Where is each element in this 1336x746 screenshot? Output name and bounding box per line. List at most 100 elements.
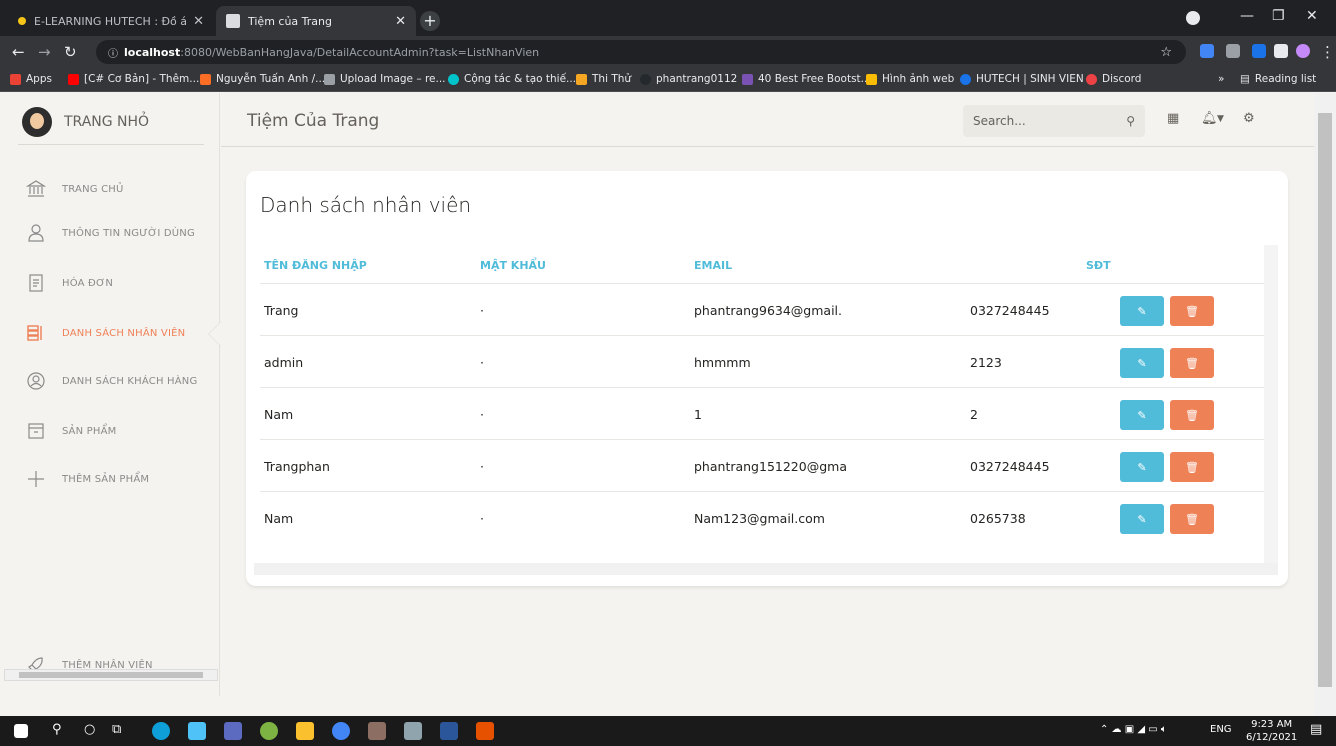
- chrome-icon[interactable]: [332, 722, 350, 740]
- gear-icon[interactable]: ⚙: [1243, 111, 1255, 126]
- profile-icon[interactable]: [1186, 11, 1200, 25]
- cell-password: ·: [480, 511, 484, 526]
- profile-avatar-icon[interactable]: [1296, 44, 1310, 58]
- tab-close-icon[interactable]: ✕: [395, 14, 406, 29]
- bookmark-item[interactable]: Thi Thử: [576, 73, 631, 85]
- bookmark-label: 40 Best Free Bootst...: [758, 73, 871, 85]
- extension-blue-icon[interactable]: [1252, 44, 1266, 58]
- sidebar-item-them-san-pham[interactable]: THÊM SẢN PHẨM: [26, 469, 149, 489]
- bookmark-item[interactable]: HUTECH | SINH VIEN: [960, 73, 1084, 85]
- sidebar-item-danh-sach-nhan-vien[interactable]: DANH SÁCH NHÂN VIÊN: [26, 323, 185, 343]
- extension-translate-icon[interactable]: [1200, 44, 1214, 58]
- delete-button[interactable]: 🗑︎: [1170, 400, 1214, 430]
- bookmark-label: Cộng tác & tạo thiế...: [464, 73, 577, 85]
- bookmark-item[interactable]: 40 Best Free Bootst...: [742, 73, 871, 85]
- sidebar-item-thong-tin[interactable]: THÔNG TIN NGƯỜI DÙNG: [26, 223, 195, 243]
- cell-username: Trang: [264, 303, 299, 318]
- edit-button[interactable]: ✎: [1120, 348, 1164, 378]
- bell-icon[interactable]: 🔔︎: [1201, 111, 1218, 126]
- language-indicator[interactable]: ENG: [1210, 724, 1232, 735]
- bookmark-item[interactable]: phantrang0112: [640, 73, 737, 85]
- clock[interactable]: 9:23 AM 6/12/2021: [1246, 718, 1297, 744]
- employee-list-card: Danh sách nhân viên TÊN ĐĂNG NHẬP MẬT KH…: [246, 171, 1288, 586]
- search-icon[interactable]: ⚲: [52, 722, 62, 737]
- reading-list-button[interactable]: ▤ Reading list: [1240, 73, 1316, 85]
- column-header-username: TÊN ĐĂNG NHẬP: [264, 259, 367, 272]
- task-view-icon[interactable]: ⧉: [112, 722, 121, 737]
- app-icon[interactable]: [368, 722, 386, 740]
- notification-icon[interactable]: ▤: [1310, 722, 1322, 737]
- page-vertical-scrollbar[interactable]: [1314, 93, 1336, 716]
- bookmark-item[interactable]: [C# Cơ Bản] - Thêm...: [68, 73, 199, 85]
- scrollbar-thumb[interactable]: [19, 672, 203, 678]
- tab-title: E-LEARNING HUTECH : Đồ án java: [34, 14, 188, 28]
- app-icon[interactable]: [476, 722, 494, 740]
- youtube-icon: [68, 73, 79, 85]
- elearning-favicon-icon: [18, 17, 26, 25]
- delete-button[interactable]: 🗑︎: [1170, 504, 1214, 534]
- sidebar-item-san-pham[interactable]: SẢN PHẨM: [26, 421, 116, 441]
- cell-phone: 2123: [970, 355, 1002, 370]
- trash-icon: 🗑︎: [1185, 408, 1199, 422]
- sidebar-item-danh-sach-khach-hang[interactable]: DANH SÁCH KHÁCH HÀNG: [26, 371, 197, 391]
- extension-camera-icon[interactable]: [1226, 44, 1240, 58]
- forward-icon[interactable]: →: [38, 43, 51, 61]
- sidebar-item-label: DANH SÁCH KHÁCH HÀNG: [62, 375, 198, 387]
- minimize-icon[interactable]: —: [1240, 8, 1254, 24]
- tray-icons[interactable]: ⌃ ☁ ▣ ◢ ▭ 🔈︎: [1100, 724, 1167, 735]
- tab-close-icon[interactable]: ✕: [193, 14, 204, 29]
- app-icon[interactable]: [188, 722, 206, 740]
- tab-title: Tiệm của Trang: [248, 14, 332, 28]
- delete-button[interactable]: 🗑︎: [1170, 452, 1214, 482]
- table-vertical-scrollbar[interactable]: [1264, 245, 1278, 575]
- edit-button[interactable]: ✎: [1120, 296, 1164, 326]
- more-bookmarks-button[interactable]: »: [1218, 73, 1224, 85]
- reload-icon[interactable]: ↻: [64, 43, 77, 61]
- scrollbar-thumb[interactable]: [1318, 113, 1332, 687]
- tab-tiem-cua-trang[interactable]: Tiệm của Trang ✕: [216, 6, 416, 36]
- back-icon[interactable]: ←: [12, 43, 25, 61]
- bookmark-apps[interactable]: Apps: [10, 73, 52, 85]
- cell-password: ·: [480, 303, 484, 318]
- delete-button[interactable]: 🗑︎: [1170, 296, 1214, 326]
- edit-button[interactable]: ✎: [1120, 452, 1164, 482]
- tab-elearning[interactable]: E-LEARNING HUTECH : Đồ án java ✕: [8, 6, 214, 36]
- discord-icon: [1086, 73, 1097, 85]
- grid-icon[interactable]: ▦: [1167, 111, 1179, 126]
- sidebar-horizontal-scrollbar[interactable]: [4, 669, 218, 681]
- new-tab-button[interactable]: +: [420, 11, 440, 31]
- word-icon[interactable]: [440, 722, 458, 740]
- bookmark-item[interactable]: Nguyễn Tuấn Anh /...: [200, 73, 325, 85]
- close-window-icon[interactable]: ✕: [1306, 8, 1318, 24]
- bookmark-item[interactable]: Cộng tác & tạo thiế...: [448, 73, 576, 85]
- windows-start-icon[interactable]: [14, 724, 28, 738]
- address-bar[interactable]: ⓘ localhost :8080/WebBanHangJava/DetailA…: [96, 40, 1186, 64]
- clock-date: 6/12/2021: [1246, 732, 1298, 743]
- search-input[interactable]: [973, 114, 1127, 128]
- table-horizontal-scrollbar[interactable]: [254, 563, 1278, 575]
- menu-kebab-icon[interactable]: ⋮: [1320, 43, 1335, 61]
- sidebar-item-hoa-don[interactable]: HÓA ĐƠN: [26, 273, 113, 293]
- edge-icon[interactable]: [152, 722, 170, 740]
- page-title[interactable]: Tiệm Của Trang: [247, 111, 379, 131]
- extensions-puzzle-icon[interactable]: [1274, 44, 1288, 58]
- sidebar-brand[interactable]: TRANG NHỎ: [22, 107, 149, 137]
- edit-button[interactable]: ✎: [1120, 400, 1164, 430]
- cortana-icon[interactable]: ○: [84, 722, 95, 737]
- delete-button[interactable]: 🗑︎: [1170, 348, 1214, 378]
- search-icon[interactable]: ⚲: [1126, 114, 1135, 128]
- trash-icon: 🗑︎: [1185, 304, 1199, 318]
- app-icon[interactable]: [260, 722, 278, 740]
- sidebar-item-trang-chu[interactable]: TRANG CHỦ: [26, 179, 124, 199]
- bookmark-item[interactable]: Hình ảnh web: [866, 73, 954, 85]
- chevron-down-icon[interactable]: ▼: [1217, 114, 1224, 124]
- snipping-tool-icon[interactable]: [404, 722, 422, 740]
- maximize-icon[interactable]: ❐: [1272, 8, 1285, 24]
- app-icon[interactable]: [224, 722, 242, 740]
- star-icon[interactable]: ☆: [1160, 45, 1172, 60]
- edit-button[interactable]: ✎: [1120, 504, 1164, 534]
- bookmark-item[interactable]: Discord: [1086, 73, 1141, 85]
- bookmark-item[interactable]: Upload Image – re...: [324, 73, 446, 85]
- file-explorer-icon[interactable]: [296, 722, 314, 740]
- info-icon[interactable]: ⓘ: [108, 45, 118, 60]
